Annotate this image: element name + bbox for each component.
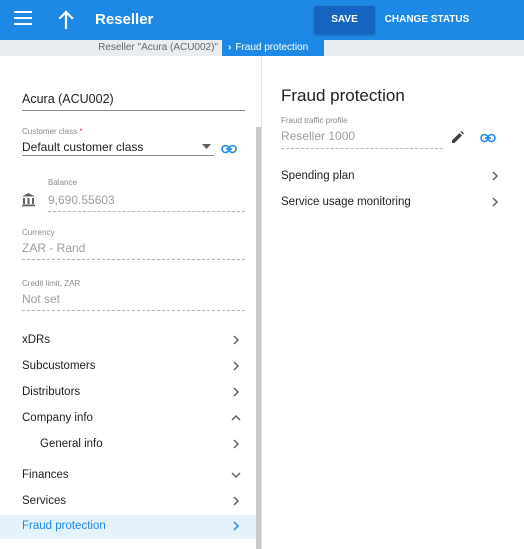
chevron-right-icon [233, 387, 240, 397]
currency-field: Currency ZAR - Rand [22, 228, 245, 260]
chevron-down-icon [231, 472, 241, 479]
chevron-up-icon [231, 414, 241, 421]
edit-pencil-icon[interactable] [451, 131, 464, 144]
change-status-button[interactable]: CHANGE STATUS [380, 6, 474, 34]
service-usage-monitoring-row[interactable]: Service usage monitoring [270, 191, 516, 215]
nav-item-label: Company info [22, 412, 93, 424]
nav-item-label: Fraud protection [22, 520, 106, 532]
nav-item-label: Services [22, 495, 67, 507]
currency-label: Currency [22, 228, 55, 237]
balance-field: Balance 9,690.55603 [48, 178, 245, 212]
chevron-right-icon [233, 439, 240, 449]
nav-item-fraud-protection[interactable]: Fraud protection [0, 515, 256, 539]
credit-limit-input[interactable]: Not set [22, 288, 245, 311]
app-title: Reseller [95, 11, 154, 28]
service-usage-monitoring-label: Service usage monitoring [281, 196, 411, 208]
link-icon[interactable] [480, 132, 496, 144]
customer-class-label: Customer class * [22, 127, 83, 136]
nav-item-company-info[interactable]: Company info [0, 407, 256, 431]
customer-class-select[interactable]: Default customer class [22, 138, 214, 156]
breadcrumb: Reseller "Acura (ACU002)" › Fraud protect… [0, 40, 524, 56]
currency-value: ZAR - Rand [22, 237, 245, 260]
balance-label: Balance [48, 178, 77, 187]
customer-class-field[interactable]: Customer class * Default customer class [22, 127, 245, 156]
nav-item-finances[interactable]: Finances [0, 464, 256, 488]
nav-item-label: Distributors [22, 386, 81, 398]
bank-icon [22, 193, 35, 207]
nav-item-label: Finances [22, 469, 69, 481]
fraud-traffic-profile-field: Fraud traffic profile Reseller 1000 [281, 116, 443, 149]
nav-item-distributors[interactable]: Distributors [0, 381, 256, 405]
save-button[interactable]: SAVE [314, 6, 375, 34]
link-icon[interactable] [221, 143, 237, 155]
chevron-right-icon [233, 521, 240, 531]
top-app-bar: Reseller SAVE CHANGE STATUS [0, 0, 524, 40]
nav-item-subcustomers[interactable]: Subcustomers [0, 355, 256, 379]
chevron-right-icon [492, 171, 499, 181]
chevron-right-icon [233, 335, 240, 345]
dropdown-arrow-icon [202, 144, 211, 149]
breadcrumb-separator-icon: › [228, 42, 232, 53]
menu-icon[interactable] [14, 11, 32, 27]
chevron-right-icon [492, 197, 499, 207]
name-field-value: Acura (ACU002) [22, 92, 114, 106]
breadcrumb-current: › Fraud protection [222, 40, 324, 56]
breadcrumb-parent[interactable]: Reseller "Acura (ACU002)" [0, 40, 222, 56]
fraud-traffic-profile-value: Reseller 1000 [281, 125, 443, 149]
breadcrumb-current-label: Fraud protection [235, 42, 309, 53]
fraud-traffic-profile-label: Fraud traffic profile [281, 116, 348, 125]
left-panel-scrollbar[interactable] [256, 127, 261, 549]
nav-item-label: xDRs [22, 334, 51, 346]
nav-item-services[interactable]: Services [0, 490, 256, 514]
credit-limit-field[interactable]: Credit limit, ZAR Not set [22, 279, 245, 311]
arrow-up-icon[interactable] [56, 9, 76, 31]
customer-class-value: Default customer class [22, 140, 144, 154]
credit-limit-label: Credit limit, ZAR [22, 279, 81, 288]
balance-value: 9,690.55603 [48, 187, 245, 212]
nav-item-xdrs[interactable]: xDRs [0, 329, 256, 353]
name-field[interactable]: Acura (ACU002) [22, 92, 245, 111]
page-title: Fraud protection [281, 86, 405, 105]
nav-item-label: General info [40, 438, 103, 450]
chevron-right-icon [233, 496, 240, 506]
nav-item-label: Subcustomers [22, 360, 96, 372]
chevron-right-icon [233, 361, 240, 371]
spending-plan-row[interactable]: Spending plan [270, 165, 516, 189]
nav-item-general-info[interactable]: General info [0, 433, 256, 457]
spending-plan-label: Spending plan [281, 170, 355, 182]
